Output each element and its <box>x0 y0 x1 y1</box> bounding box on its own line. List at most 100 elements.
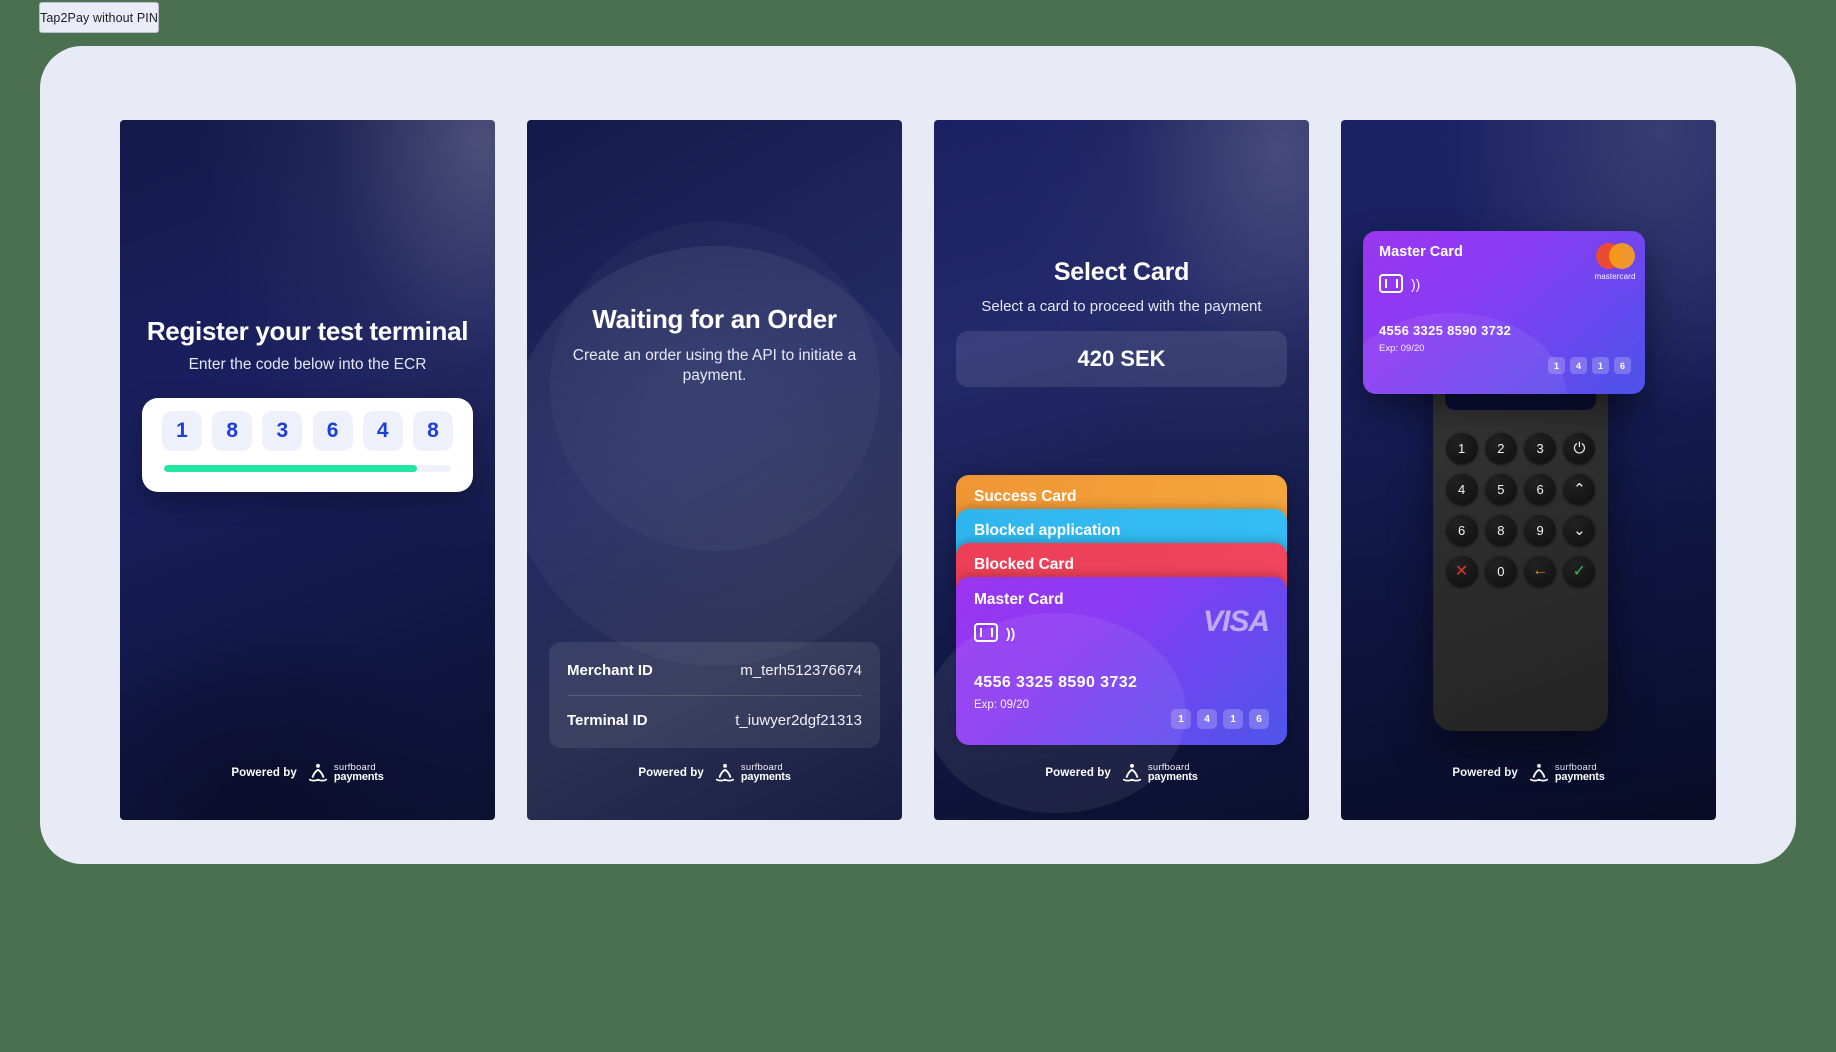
code-digit: 6 <box>312 411 353 451</box>
powered-by-label: Powered by <box>1452 767 1518 779</box>
code-digit: 8 <box>412 411 453 451</box>
code-digit: 4 <box>362 411 403 451</box>
surfer-icon <box>715 763 735 782</box>
card-option-master-card[interactable]: Master Card VISA )) 4556 3325 8590 3732 … <box>934 577 1287 813</box>
code-digit: 3 <box>262 411 303 451</box>
mastercard-yellow-circle <box>1609 243 1635 269</box>
terminal-key-up[interactable]: ⌃ <box>1563 473 1596 505</box>
card-number: 4556 3325 8590 3732 <box>1379 323 1512 338</box>
terminal-key-digit-2[interactable]: 2 <box>1484 432 1517 464</box>
brand-bottom: payments <box>740 771 791 784</box>
code-digit: 8 <box>212 411 253 451</box>
merchant-id-row: Merchant ID m_terh512376674 <box>567 646 862 695</box>
pin-digit: 6 <box>1249 709 1269 729</box>
card-chip-row: )) <box>1379 274 1629 293</box>
surfer-icon <box>308 763 328 782</box>
screenshot-root: Tap2Pay without PIN Register your test t… <box>0 0 1836 1052</box>
footer-branding: Powered by surfboard payments <box>527 762 902 784</box>
code-digit: 1 <box>162 411 202 451</box>
panel-terminal-pin-entry: Master Card mastercard )) 4556 3325 8590… <box>1341 120 1716 820</box>
footer-branding: Powered by surfboard payments <box>120 762 495 784</box>
code-expiry-progress-fill <box>164 465 417 472</box>
surfboard-wordmark: surfboard payments <box>334 763 384 784</box>
terminal-key-digit-9[interactable]: 9 <box>1524 514 1557 546</box>
page-title: Register your test terminal <box>146 316 469 346</box>
emv-chip-icon <box>1379 274 1403 293</box>
browser-tab-chip[interactable]: Tap2Pay without PIN <box>39 2 159 33</box>
terminal-id-value: t_iuwyer2dgf21313 <box>735 711 862 729</box>
merchant-id-value: m_terh512376674 <box>740 662 862 679</box>
surfboard-logo: surfboard payments <box>307 762 384 784</box>
page-subtitle: Create an order using the API to initiat… <box>572 347 857 385</box>
surfboard-logo: surfboard payments <box>1528 762 1605 784</box>
card-selection-stack: Success Card Blocked application Blocked… <box>934 475 1287 813</box>
contactless-icon: )) <box>1411 275 1421 292</box>
card-chip-row: )) <box>974 623 1269 642</box>
terminal-key-down[interactable]: ⌄ <box>1563 514 1596 546</box>
footer-branding: Powered by surfboard payments <box>1341 762 1716 784</box>
terminal-key-digit-1[interactable]: 1 <box>1445 432 1478 464</box>
amount-display: 420 SEK <box>956 331 1287 387</box>
panel-select-card: Select Card Select a card to proceed wit… <box>934 120 1309 820</box>
terminal-key-power[interactable]: ⏻ <box>1563 432 1596 464</box>
terminal-key-digit-3[interactable]: 3 <box>1524 432 1557 464</box>
terminal-key-digit-0[interactable]: 0 <box>1484 555 1517 587</box>
powered-by-label: Powered by <box>231 767 297 779</box>
card-option-label: Success Card <box>974 488 1077 505</box>
selected-card: Master Card mastercard )) 4556 3325 8590… <box>1363 231 1645 394</box>
pin-digit: 4 <box>1197 709 1217 729</box>
terminal-key-digit-6[interactable]: 6 <box>1445 514 1478 546</box>
terminal-keypad[interactable]: 1 2 3 ⏻ 4 5 6 ⌃ 6 8 9 ⌄ ✕ 0 ← ✓ <box>1445 432 1596 587</box>
pin-digit: 1 <box>1548 357 1565 374</box>
surfboard-wordmark: surfboard payments <box>741 763 791 784</box>
panel1-body: Register your test terminal Enter the co… <box>120 316 495 374</box>
surfboard-wordmark: surfboard payments <box>1555 763 1605 784</box>
panel-row: Register your test terminal Enter the co… <box>120 120 1716 820</box>
stage-backdrop: Register your test terminal Enter the co… <box>40 46 1796 864</box>
code-digit-group: 1 8 3 6 4 8 <box>162 411 453 451</box>
terminal-key-digit-5[interactable]: 5 <box>1484 473 1517 505</box>
card-option-label: Master Card <box>974 591 1064 608</box>
surfboard-logo: surfboard payments <box>714 762 791 784</box>
panel-waiting-for-order: Waiting for an Order Create an order usi… <box>527 120 902 820</box>
code-expiry-progress-track <box>164 465 451 472</box>
card-pin-row: 1 4 1 6 <box>1548 357 1631 374</box>
panel-register-terminal: Register your test terminal Enter the co… <box>120 120 495 820</box>
identifiers-panel: Merchant ID m_terh512376674 Terminal ID … <box>549 642 880 748</box>
page-title: Select Card <box>1053 258 1190 286</box>
page-subtitle: Select a card to proceed with the paymen… <box>981 298 1262 315</box>
registration-code-card: 1 8 3 6 4 8 <box>142 398 473 492</box>
terminal-key-digit-6[interactable]: 6 <box>1524 473 1557 505</box>
mastercard-circles <box>1585 243 1645 269</box>
pin-digit: 1 <box>1171 709 1191 729</box>
merchant-id-label: Merchant ID <box>567 662 653 679</box>
contactless-icon: )) <box>1006 624 1016 641</box>
panel3-body: Select Card Select a card to proceed wit… <box>934 258 1309 315</box>
emv-chip-icon <box>974 623 998 642</box>
brand-bottom: payments <box>333 771 384 784</box>
terminal-key-confirm[interactable]: ✓ <box>1563 555 1596 587</box>
terminal-key-digit-4[interactable]: 4 <box>1445 473 1478 505</box>
brand-bottom: payments <box>1554 771 1605 784</box>
card-option-label: Blocked application <box>974 522 1121 539</box>
card-pin-row: 1 4 1 6 <box>1171 709 1269 729</box>
pin-digit: 1 <box>1592 357 1609 374</box>
terminal-key-digit-8[interactable]: 8 <box>1484 514 1517 546</box>
pin-digit: 6 <box>1614 357 1631 374</box>
terminal-id-label: Terminal ID <box>567 711 648 729</box>
master-card-content: Master Card VISA )) 4556 3325 8590 3732 … <box>974 591 1270 745</box>
surfer-icon <box>1529 763 1549 782</box>
page-subtitle: Enter the code below into the ECR <box>188 356 427 373</box>
browser-tab-label: Tap2Pay without PIN <box>40 10 158 25</box>
panel2-body: Waiting for an Order Create an order usi… <box>527 304 902 387</box>
pin-digit: 4 <box>1570 357 1587 374</box>
terminal-id-row: Terminal ID t_iuwyer2dgf21313 <box>567 695 862 744</box>
pin-digit: 1 <box>1223 709 1243 729</box>
amount-value: 420 SEK <box>1077 346 1166 371</box>
page-title: Waiting for an Order <box>592 304 837 334</box>
terminal-key-back[interactable]: ← <box>1524 555 1557 587</box>
terminal-key-cancel[interactable]: ✕ <box>1445 555 1478 587</box>
card-expiry: Exp: 09/20 <box>1379 343 1425 354</box>
card-option-label: Blocked Card <box>974 556 1074 573</box>
powered-by-label: Powered by <box>638 767 704 779</box>
